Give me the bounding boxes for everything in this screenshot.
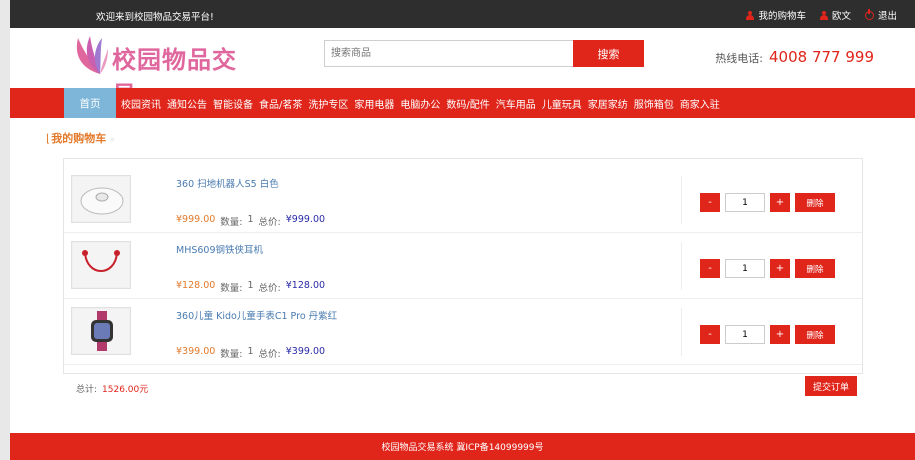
nav-item[interactable]: 家居家纺 <box>588 96 628 111</box>
quantity-input[interactable] <box>725 193 765 212</box>
user-icon <box>819 10 828 20</box>
product-total: ¥128.00 <box>285 280 326 291</box>
hotline-number: 4008 777 999 <box>769 48 874 66</box>
section-title-text: 我的购物车 <box>51 132 107 145</box>
kids-watch-icon <box>73 309 129 353</box>
quantity-stepper: - + 删除 <box>700 193 835 212</box>
product-total: ¥399.00 <box>285 346 326 357</box>
header: 校园物品交易 搜索 热线电话: 4008 777 999 <box>10 28 915 109</box>
divider <box>681 176 682 224</box>
quantity-stepper: - + 删除 <box>700 259 835 278</box>
quantity-stepper: - + 删除 <box>700 325 835 344</box>
title-dot-icon: ◦ <box>110 136 116 146</box>
username-label: 欧文 <box>831 11 851 22</box>
top-bar: 欢迎来到校园物品交易平台! 我的购物车 欧文 退出 <box>10 0 915 28</box>
search-bar: 搜索 <box>324 40 644 67</box>
logout-link[interactable]: 退出 <box>864 8 897 22</box>
product-meta: ¥399.00 数量: 1 总价: ¥399.00 <box>176 346 325 360</box>
cart-row: 360 扫地机器人S5 白色 ¥999.00 数量: 1 总价: ¥999.00… <box>64 167 862 233</box>
qty-label: 数量: <box>220 283 243 294</box>
product-price: ¥128.00 <box>176 280 216 291</box>
nav-item[interactable]: 电脑办公 <box>400 96 440 111</box>
my-cart-label: 我的购物车 <box>758 11 806 22</box>
username-link[interactable]: 欧文 <box>819 8 851 22</box>
delete-button[interactable]: 删除 <box>795 193 835 212</box>
qty-value: 1 <box>247 280 254 291</box>
section-title: ⌊ 我的购物车 ◦ <box>46 130 116 147</box>
increase-button[interactable]: + <box>770 193 790 212</box>
footer: 校园物品交易系统 冀ICP备14099999号 <box>10 433 915 460</box>
wing-logo-icon <box>76 36 108 74</box>
decrease-button[interactable]: - <box>700 259 720 278</box>
product-meta: ¥128.00 数量: 1 总价: ¥128.00 <box>176 280 325 294</box>
nav-item[interactable]: 通知公告 <box>167 96 207 111</box>
divider <box>681 242 682 290</box>
cart-row: 360儿童 Kido儿童手表C1 Pro 丹紫红 ¥399.00 数量: 1 总… <box>64 299 862 365</box>
quantity-input[interactable] <box>725 259 765 278</box>
nav-item[interactable]: 商家入驻 <box>680 96 720 111</box>
nav-item[interactable]: 食品/茗茶 <box>259 96 302 111</box>
nav-item[interactable]: 洗护专区 <box>308 96 348 111</box>
hotline: 热线电话: 4008 777 999 <box>715 48 874 66</box>
delete-button[interactable]: 删除 <box>795 325 835 344</box>
nav-item[interactable]: 智能设备 <box>213 96 253 111</box>
robot-vacuum-icon <box>73 177 129 221</box>
footer-text: 校园物品交易系统 冀ICP备14099999号 <box>381 443 544 453</box>
decrease-button[interactable]: - <box>700 325 720 344</box>
search-button[interactable]: 搜索 <box>573 40 644 67</box>
product-price: ¥999.00 <box>176 214 216 225</box>
quantity-input[interactable] <box>725 325 765 344</box>
cart-row: MHS609钢铁侠耳机 ¥128.00 数量: 1 总价: ¥128.00 - … <box>64 233 862 299</box>
nav-item[interactable]: 数码/配件 <box>446 96 489 111</box>
power-icon <box>864 8 874 20</box>
user-icon <box>746 10 755 20</box>
delete-button[interactable]: 删除 <box>795 259 835 278</box>
product-total: ¥999.00 <box>285 214 326 225</box>
total-label: 总价: <box>258 217 281 228</box>
title-bracket-icon: ⌊ <box>46 131 51 145</box>
product-name[interactable]: 360儿童 Kido儿童手表C1 Pro 丹紫红 <box>176 308 337 322</box>
nav-item[interactable]: 服饰箱包 <box>634 96 674 111</box>
divider <box>681 308 682 356</box>
product-meta: ¥999.00 数量: 1 总价: ¥999.00 <box>176 214 325 228</box>
decrease-button[interactable]: - <box>700 193 720 212</box>
product-price: ¥399.00 <box>176 346 216 357</box>
submit-order-button[interactable]: 提交订单 <box>805 376 857 396</box>
product-thumbnail[interactable] <box>71 175 131 223</box>
nav-item[interactable]: 儿童玩具 <box>542 96 582 111</box>
qty-value: 1 <box>247 214 254 225</box>
product-thumbnail[interactable] <box>71 241 131 289</box>
site-logo[interactable]: 校园物品交易 <box>70 34 260 109</box>
qty-label: 数量: <box>220 217 243 228</box>
total-label: 总价: <box>258 349 281 360</box>
qty-label: 数量: <box>220 349 243 360</box>
cart-list: 360 扫地机器人S5 白色 ¥999.00 数量: 1 总价: ¥999.00… <box>63 158 863 374</box>
logout-label: 退出 <box>877 11 897 22</box>
top-links: 我的购物车 欧文 退出 <box>746 8 897 22</box>
my-cart-link[interactable]: 我的购物车 <box>746 8 806 22</box>
increase-button[interactable]: + <box>770 325 790 344</box>
product-thumbnail[interactable] <box>71 307 131 355</box>
page: 欢迎来到校园物品交易平台! 我的购物车 欧文 退出 校园物品交 搜索商品 搜索 … <box>0 0 915 460</box>
total-label: 总价: <box>258 283 281 294</box>
cart-summary: 总计: 1526.00元 <box>76 382 148 395</box>
search-input[interactable] <box>324 40 574 67</box>
qty-value: 1 <box>247 346 254 357</box>
nav-item[interactable]: 汽车用品 <box>496 96 536 111</box>
increase-button[interactable]: + <box>770 259 790 278</box>
nav-item[interactable]: 校园资讯 <box>121 96 161 111</box>
earphones-icon <box>73 243 129 287</box>
sum-label: 总计: <box>76 385 98 395</box>
welcome-text: 欢迎来到校园物品交易平台! <box>96 12 214 23</box>
nav-home[interactable]: 首页 <box>64 88 116 118</box>
main-nav: 首页 校园资讯 通知公告 智能设备 食品/茗茶 洗护专区 家用电器 电脑办公 数… <box>10 88 915 118</box>
product-name[interactable]: 360 扫地机器人S5 白色 <box>176 176 279 190</box>
nav-item[interactable]: 家用电器 <box>354 96 394 111</box>
product-name[interactable]: MHS609钢铁侠耳机 <box>176 242 263 256</box>
sum-value: 1526.00元 <box>102 385 149 395</box>
hotline-label: 热线电话: <box>715 52 764 65</box>
